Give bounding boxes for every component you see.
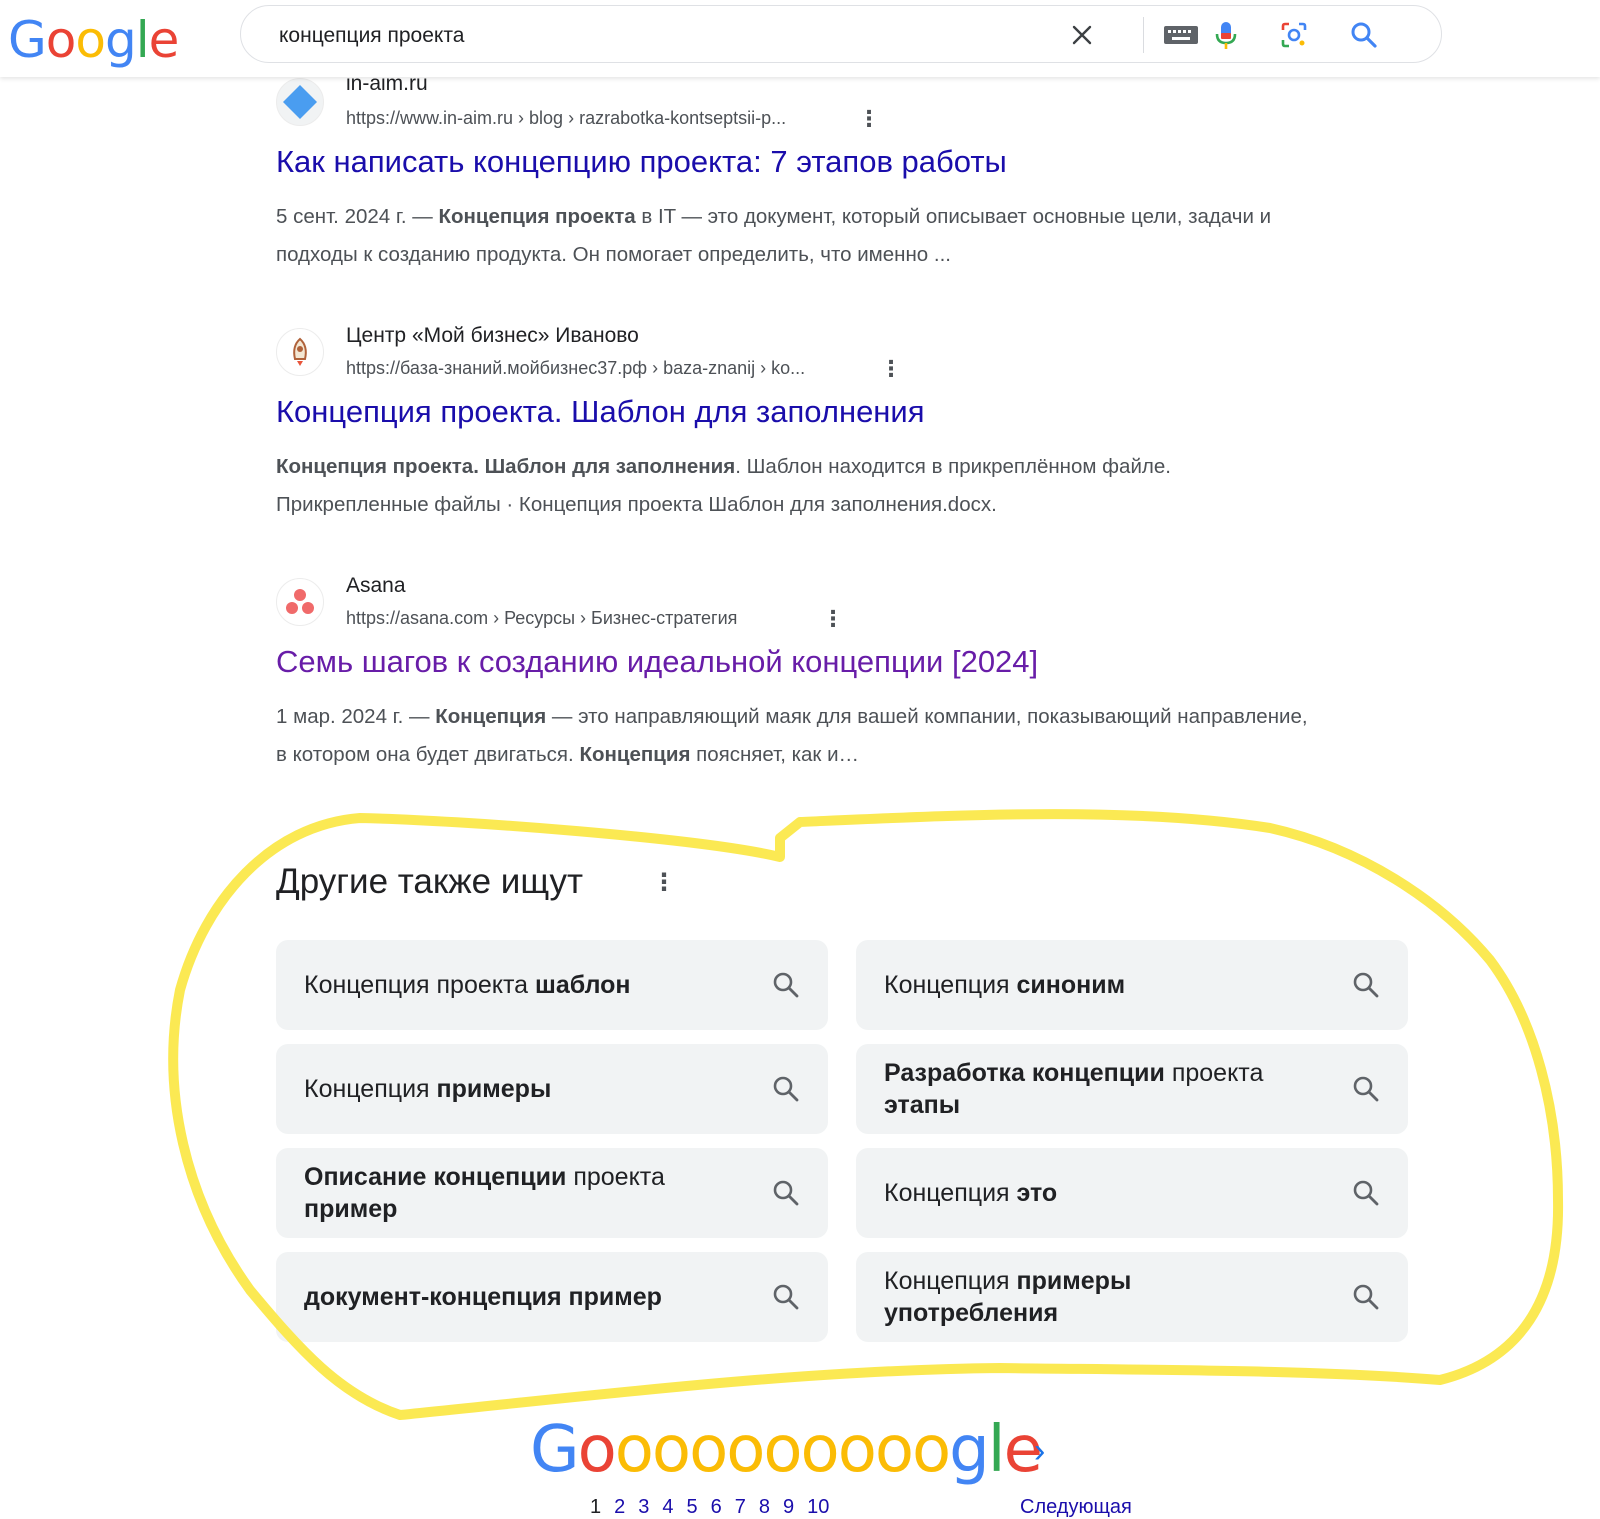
page-numbers: 1 2 3 4 5 6 7 8 9 10	[590, 1496, 842, 1519]
site-favicon	[276, 328, 324, 376]
search-box[interactable]	[240, 5, 1442, 63]
page-link[interactable]: 10	[807, 1496, 829, 1518]
search-icon	[1353, 972, 1379, 998]
logo-letter: g	[949, 1413, 990, 1487]
search-icon	[1353, 1284, 1379, 1310]
diamond-icon	[283, 85, 317, 119]
result-title[interactable]: Как написать концепцию проекта: 7 этапов…	[276, 144, 1007, 180]
next-page-link[interactable]: Следующая	[1020, 1496, 1132, 1519]
logo-letter: g	[104, 11, 137, 69]
site-url[interactable]: https://www.in-aim.ru › blog › razrabotk…	[346, 108, 786, 129]
snippet-highlight: Концепция проекта. Шаблон для заполнения	[276, 455, 736, 478]
related-search-chip[interactable]: документ-концепция пример	[276, 1252, 828, 1342]
next-arrow-icon[interactable]: ›	[1034, 1434, 1045, 1468]
related-search-chip[interactable]: Описание концепции проекта пример	[276, 1148, 828, 1238]
logo-letter: o	[651, 1413, 691, 1487]
site-favicon	[276, 78, 324, 126]
pagination-logo: Goooooooooogle	[530, 1413, 1043, 1487]
also-search-heading: Другие также ищут	[276, 862, 584, 901]
result-snippet: 1 мар. 2024 г. — Концепция — это направл…	[276, 698, 1316, 774]
google-logo[interactable]: Google	[8, 4, 180, 76]
search-icon	[773, 972, 799, 998]
more-options-icon[interactable]: ⋮	[880, 358, 902, 380]
search-icon	[773, 1180, 799, 1206]
logo-letter: o	[837, 1413, 877, 1487]
snippet-highlight: Концепция проекта	[438, 205, 636, 228]
search-input[interactable]	[277, 20, 1041, 52]
logo-letter: o	[75, 11, 106, 69]
page-link[interactable]: 5	[687, 1496, 698, 1518]
logo-letter: o	[614, 1413, 654, 1487]
top-header: Google	[0, 0, 1600, 77]
page-link: 1	[590, 1496, 602, 1518]
logo-letter: e	[148, 11, 180, 69]
lens-icon[interactable]	[1279, 20, 1309, 50]
more-options-icon[interactable]: ⋮	[822, 608, 844, 630]
related-search-chip[interactable]: Концепция это	[856, 1148, 1408, 1238]
chip-label: документ-концепция пример	[304, 1283, 662, 1311]
related-search-chip[interactable]: Разработка концепции проекта этапы	[856, 1044, 1408, 1134]
logo-letter: o	[874, 1413, 914, 1487]
site-name[interactable]: Asana	[346, 574, 406, 598]
search-icon	[1353, 1076, 1379, 1102]
page-link[interactable]: 7	[735, 1496, 746, 1518]
page-link[interactable]: 4	[662, 1496, 673, 1518]
search-divider	[1143, 17, 1144, 53]
logo-letter: G	[8, 11, 47, 69]
snippet-highlight: Концепция	[579, 743, 691, 766]
chip-label: Концепция это	[884, 1179, 1058, 1207]
search-icon	[1353, 1180, 1379, 1206]
page-link[interactable]: 8	[759, 1496, 770, 1518]
snippet-text: поясняет, как и…	[690, 743, 860, 766]
chip-label: Разработка концепции проекта этапы	[884, 1059, 1264, 1119]
search-icon[interactable]	[1349, 20, 1379, 50]
chip-label: Концепция проекта шаблон	[304, 971, 631, 999]
pagination-logo-text: Goooooooooogle	[530, 1413, 1043, 1487]
asana-icon	[286, 589, 314, 614]
site-url[interactable]: https://база-знаний.мойбизнес37.рф › baz…	[346, 358, 805, 379]
related-search-chip[interactable]: Концепция проекта шаблон	[276, 940, 828, 1030]
result-title[interactable]: Семь шагов к созданию идеальной концепци…	[276, 644, 1038, 680]
logo-letter: o	[726, 1413, 765, 1487]
page-link[interactable]: 2	[614, 1496, 625, 1518]
result-snippet: 5 сент. 2024 г. — Концепция проекта в IT…	[276, 198, 1316, 274]
logo-letter: o	[45, 11, 77, 69]
logo-letter: o	[912, 1413, 951, 1487]
site-name[interactable]: Центр «Мой бизнес» Иваново	[346, 324, 639, 348]
logo-letter: l	[987, 1413, 1006, 1487]
logo-letter: o	[577, 1413, 617, 1487]
snippet-date: 5 сент. 2024 г. —	[276, 205, 439, 228]
snippet-highlight: Концепция	[435, 705, 547, 728]
site-favicon	[276, 578, 324, 626]
rocket-icon	[293, 337, 307, 366]
logo-letter: G	[530, 1413, 580, 1487]
result-title[interactable]: Концепция проекта. Шаблон для заполнения	[276, 394, 925, 430]
chip-label: Концепция синоним	[884, 971, 1126, 999]
site-url[interactable]: https://asana.com › Ресурсы › Бизнес-стр…	[346, 608, 737, 629]
microphone-icon[interactable]	[1211, 20, 1241, 50]
clear-icon[interactable]	[1067, 20, 1097, 50]
chip-label: Описание концепции проекта пример	[304, 1163, 665, 1223]
more-options-icon[interactable]: ⋮	[858, 108, 880, 130]
related-search-chip[interactable]: Концепция примеры	[276, 1044, 828, 1134]
snippet-date: 1 мар. 2024 г. —	[276, 705, 436, 728]
logo-letter: o	[763, 1413, 802, 1487]
search-icon	[773, 1076, 799, 1102]
keyboard-icon[interactable]	[1161, 20, 1201, 50]
page-link[interactable]: 6	[711, 1496, 722, 1518]
logo-letter: l	[135, 11, 150, 69]
chip-label: Концепция примеры употребления	[884, 1267, 1132, 1327]
logo-letter: o	[689, 1413, 728, 1487]
page-link[interactable]: 3	[638, 1496, 649, 1518]
search-icon	[773, 1284, 799, 1310]
logo-letter: o	[800, 1413, 840, 1487]
chip-label: Концепция примеры	[304, 1075, 552, 1103]
more-options-icon[interactable]: ⋮	[652, 868, 676, 897]
page-link[interactable]: 9	[783, 1496, 794, 1518]
related-search-chip[interactable]: Концепция примеры употребления	[856, 1252, 1408, 1342]
result-snippet: Концепция проекта. Шаблон для заполнения…	[276, 448, 1316, 524]
related-search-chip[interactable]: Концепция синоним	[856, 940, 1408, 1030]
